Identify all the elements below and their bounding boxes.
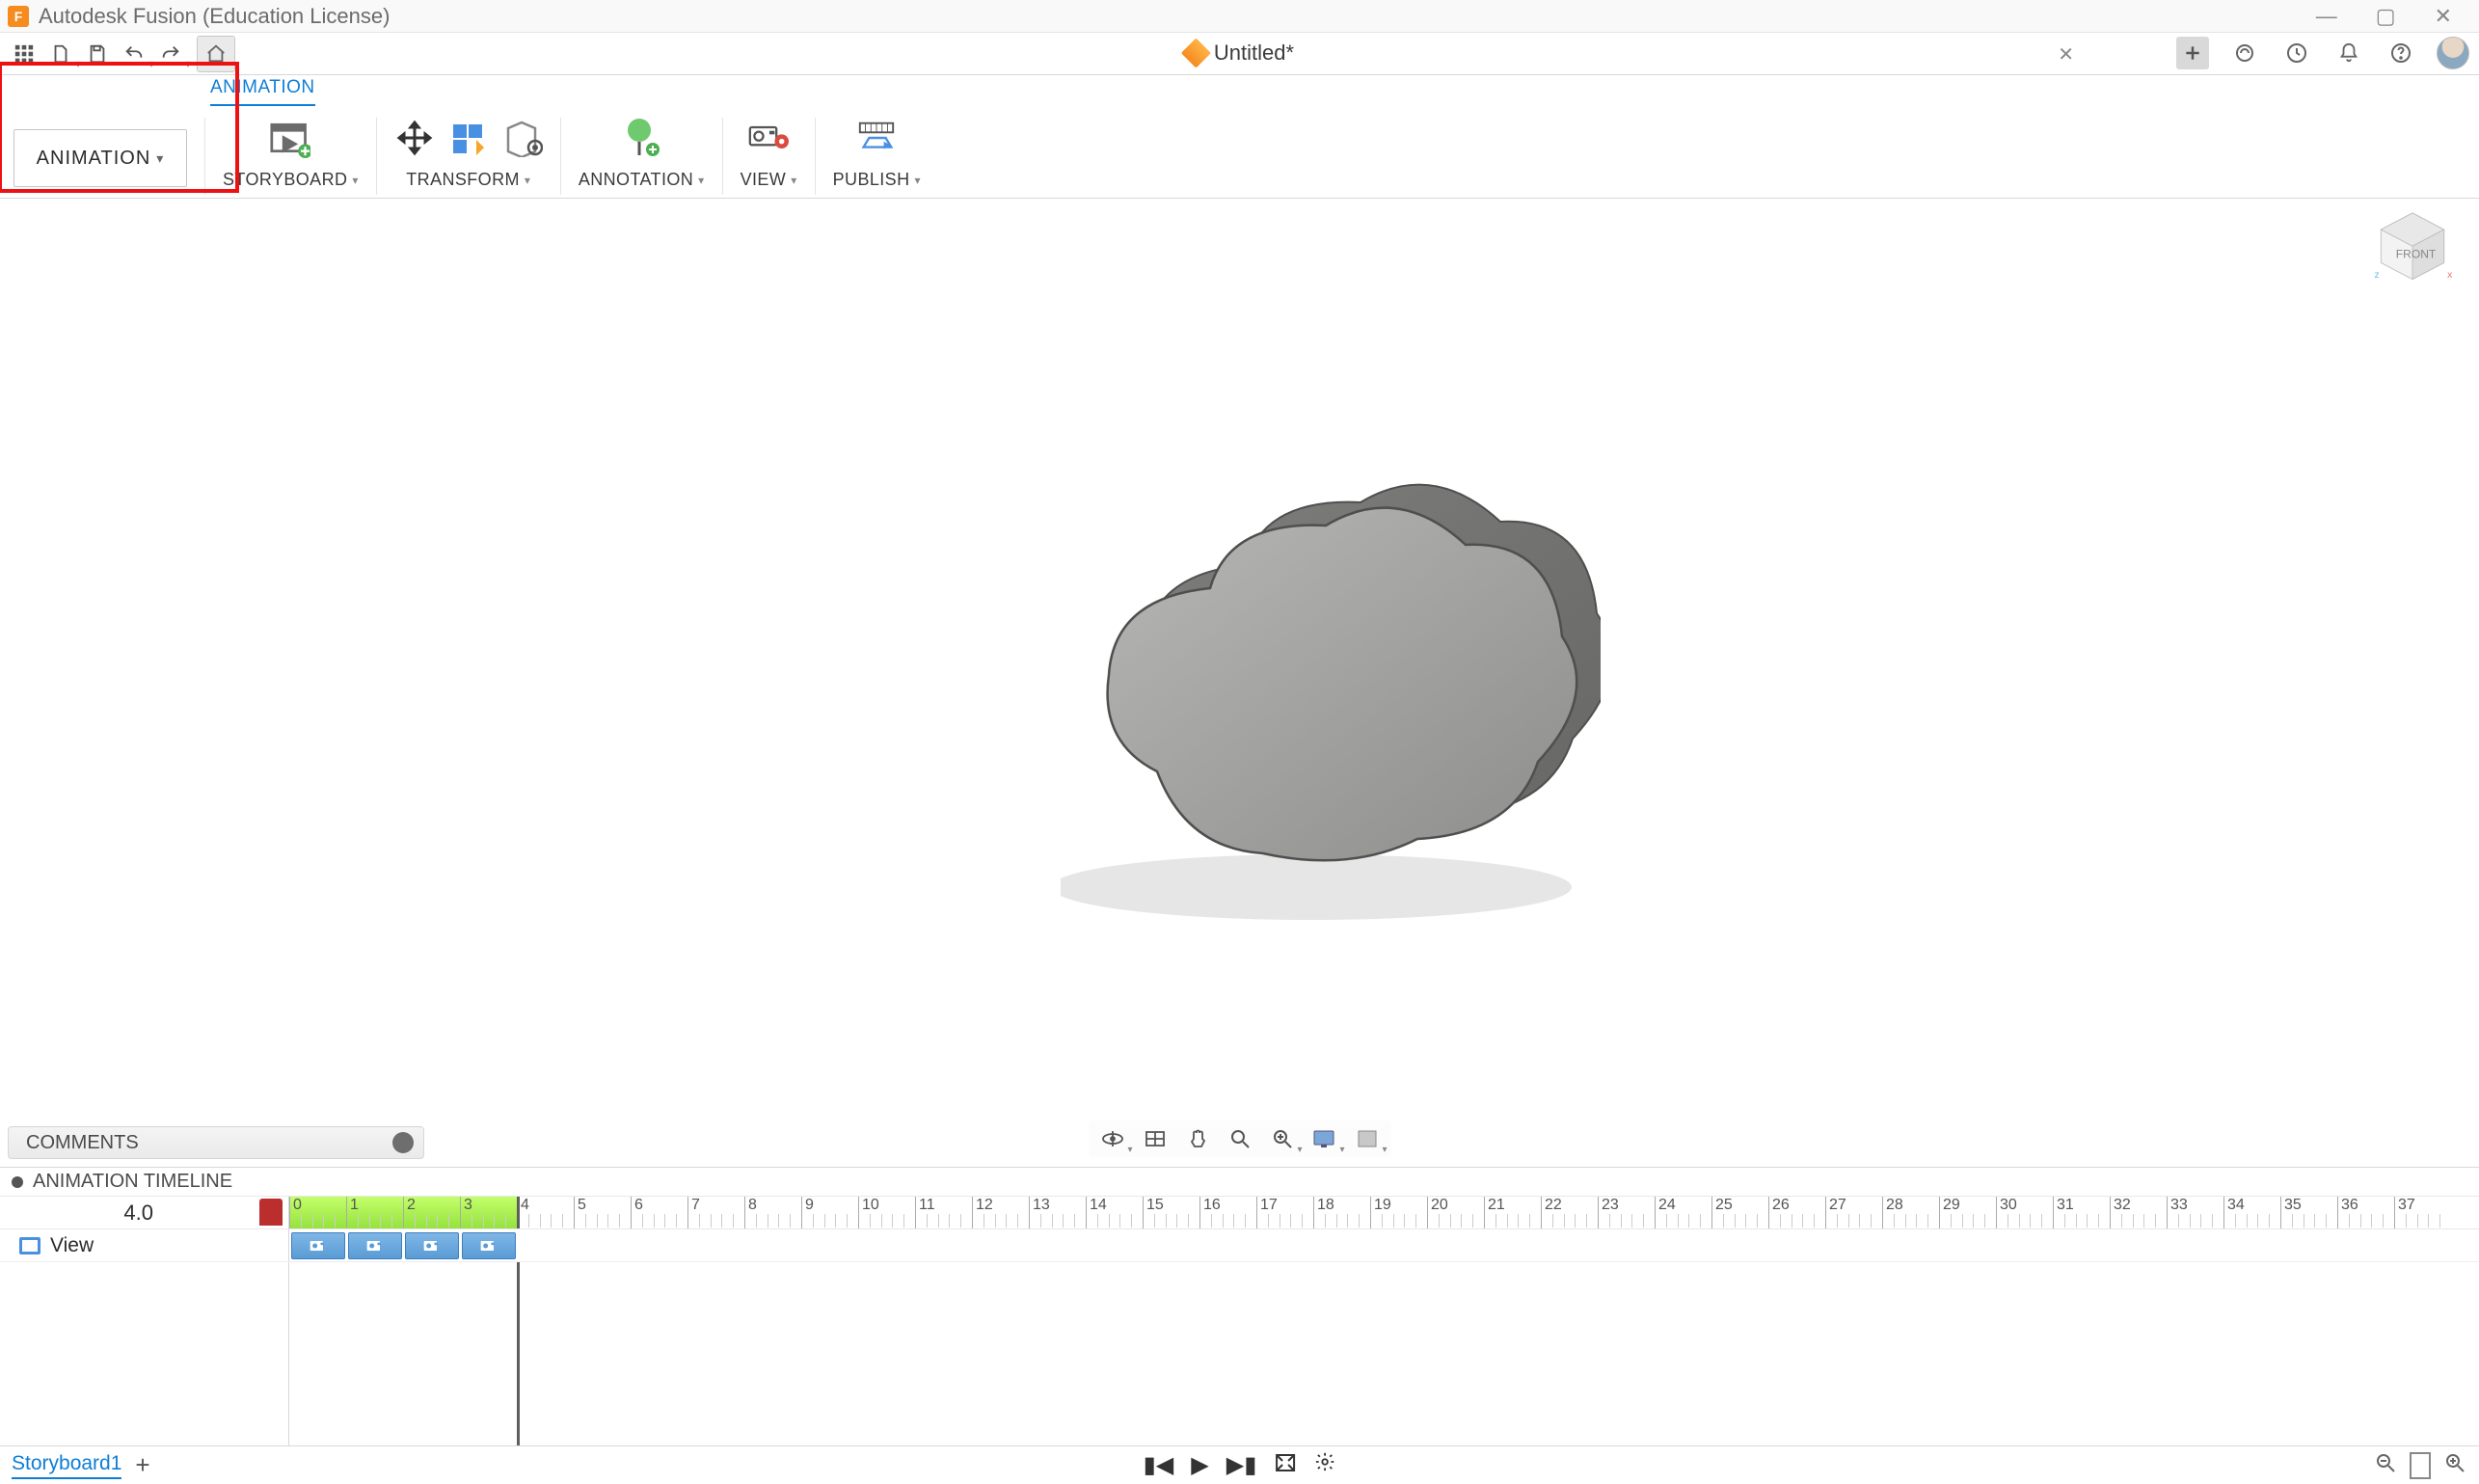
transform-appearance-icon[interactable]: [502, 118, 543, 158]
ribbon-group-transform: TRANSFORM: [385, 112, 552, 190]
window-close-button[interactable]: ✕: [2435, 4, 2452, 29]
view-capture-icon[interactable]: [748, 118, 789, 158]
keyframe-view[interactable]: [348, 1232, 402, 1259]
help-icon[interactable]: [2385, 37, 2417, 69]
look-at-icon[interactable]: [1139, 1124, 1172, 1153]
ribbon: ANIMATION STORYBOARD: [0, 106, 2479, 199]
timeline-panel-title: ANIMATION TIMELINE: [33, 1171, 232, 1193]
keyframe-view[interactable]: [405, 1232, 459, 1259]
playback-controls: ▮◀ ▶ ▶▮: [1144, 1451, 1336, 1479]
track-lane-view[interactable]: [289, 1229, 2479, 1261]
document-name: Untitled*: [1214, 40, 1294, 66]
svg-text:x: x: [2447, 270, 2453, 281]
file-menu-icon[interactable]: [42, 36, 79, 72]
track-view-icon: [19, 1237, 40, 1255]
timeline-track-view: View: [0, 1229, 2479, 1262]
comments-options-icon[interactable]: [392, 1132, 414, 1153]
add-storyboard-button[interactable]: +: [135, 1450, 149, 1480]
comments-panel-title: COMMENTS: [26, 1132, 139, 1154]
animation-timeline-panel: ANIMATION TIMELINE 4.0 01234567891011121…: [0, 1167, 2479, 1459]
timeline-ruler[interactable]: 0123456789101112131415161718192021222324…: [289, 1197, 2479, 1228]
save-icon[interactable]: [79, 36, 116, 72]
comments-panel-header[interactable]: COMMENTS: [8, 1126, 424, 1159]
app-icon: F: [8, 6, 29, 27]
document-cube-icon: [1180, 38, 1210, 67]
timeline-collapse-icon[interactable]: [12, 1176, 23, 1188]
play-start-button[interactable]: ▮◀: [1144, 1451, 1174, 1479]
pan-icon[interactable]: [1181, 1124, 1214, 1153]
current-time-display: 4.0: [0, 1197, 289, 1228]
timeline-settings-button[interactable]: [1314, 1451, 1335, 1479]
redo-icon[interactable]: [152, 36, 189, 72]
workspace-selector-label: ANIMATION: [37, 148, 151, 170]
data-panel-icon[interactable]: [6, 36, 42, 72]
new-design-button[interactable]: [2176, 37, 2209, 69]
track-label-view[interactable]: View: [0, 1229, 289, 1261]
home-tab-button[interactable]: [197, 36, 235, 72]
annotation-callout-icon[interactable]: [621, 118, 661, 158]
extensions-icon[interactable]: [2228, 37, 2261, 69]
ribbon-group-publish: PUBLISH: [823, 112, 930, 190]
ribbon-group-annotation: ANNOTATION: [569, 112, 714, 190]
svg-text:FRONT: FRONT: [2396, 247, 2437, 260]
window-maximize-button[interactable]: ▢: [2376, 4, 2396, 29]
track-name-text: View: [50, 1234, 94, 1257]
model-cloud-shape[interactable]: [1061, 453, 1601, 941]
ribbon-label-view[interactable]: VIEW: [741, 170, 797, 190]
ruler-tick: 11: [915, 1197, 935, 1228]
workspace-tab-row: ANIMATION: [0, 75, 2479, 106]
fit-icon[interactable]: [1266, 1124, 1299, 1153]
title-bar: F Autodesk Fusion (Education License) — …: [0, 0, 2479, 33]
display-settings-icon[interactable]: [1308, 1124, 1341, 1153]
ribbon-label-transform[interactable]: TRANSFORM: [406, 170, 530, 190]
timeline-ruler-row: 4.0 012345678910111213141516171819202122…: [0, 1197, 2479, 1229]
publish-video-icon[interactable]: [856, 118, 897, 158]
transform-move-icon[interactable]: [394, 118, 435, 158]
new-storyboard-icon[interactable]: [270, 118, 310, 158]
user-avatar[interactable]: [2437, 37, 2469, 69]
comments-panel: COMMENTS: [4, 1122, 428, 1163]
transform-restore-icon[interactable]: [448, 118, 489, 158]
timeline-empty-area: [0, 1262, 2479, 1459]
view-cube[interactable]: FRONT z x: [2371, 206, 2454, 289]
keyframe-view[interactable]: [291, 1232, 345, 1259]
zoom-out-button[interactable]: [2375, 1452, 2396, 1479]
keyframe-view[interactable]: [462, 1232, 516, 1259]
notifications-icon[interactable]: [2332, 37, 2365, 69]
orbit-icon[interactable]: [1096, 1124, 1129, 1153]
scratch-zone-icon[interactable]: [259, 1199, 283, 1226]
ribbon-label-publish[interactable]: PUBLISH: [833, 170, 921, 190]
workspace-tab-animation[interactable]: ANIMATION: [210, 77, 315, 107]
navigation-toolbar: [1089, 1120, 1391, 1157]
zoom-icon[interactable]: [1224, 1124, 1256, 1153]
ribbon-group-storyboard: STORYBOARD: [213, 112, 368, 190]
zoom-fit-button[interactable]: [2410, 1452, 2431, 1479]
undo-icon[interactable]: [116, 36, 152, 72]
timeline-zoom-controls: [2375, 1452, 2466, 1479]
quick-access-bar: Untitled* ✕: [0, 33, 2479, 75]
loop-button[interactable]: [1274, 1452, 1297, 1479]
timeline-footer: Storyboard1 + ▮◀ ▶ ▶▮: [0, 1445, 2479, 1484]
workspace-selector[interactable]: ANIMATION: [13, 129, 187, 187]
play-button[interactable]: ▶: [1191, 1451, 1208, 1479]
timeline-playhead[interactable]: [517, 1197, 520, 1228]
window-minimize-button[interactable]: —: [2316, 4, 2337, 29]
play-end-button[interactable]: ▶▮: [1226, 1451, 1257, 1479]
window-title: Autodesk Fusion (Education License): [39, 4, 390, 29]
document-close-button[interactable]: ✕: [2058, 42, 2074, 67]
svg-text:z: z: [2374, 270, 2379, 281]
job-status-icon[interactable]: [2280, 37, 2313, 69]
timeline-panel-header[interactable]: ANIMATION TIMELINE: [0, 1168, 2479, 1197]
zoom-in-button[interactable]: [2444, 1452, 2466, 1479]
storyboard-tab[interactable]: Storyboard1: [12, 1452, 121, 1479]
ribbon-label-storyboard[interactable]: STORYBOARD: [223, 170, 359, 190]
canvas-viewport[interactable]: FRONT z x: [0, 202, 2479, 1119]
ribbon-group-view: VIEW: [731, 112, 807, 190]
grid-settings-icon[interactable]: [1351, 1124, 1384, 1153]
ribbon-label-annotation[interactable]: ANNOTATION: [579, 170, 705, 190]
document-tab[interactable]: Untitled*: [1185, 40, 1294, 66]
